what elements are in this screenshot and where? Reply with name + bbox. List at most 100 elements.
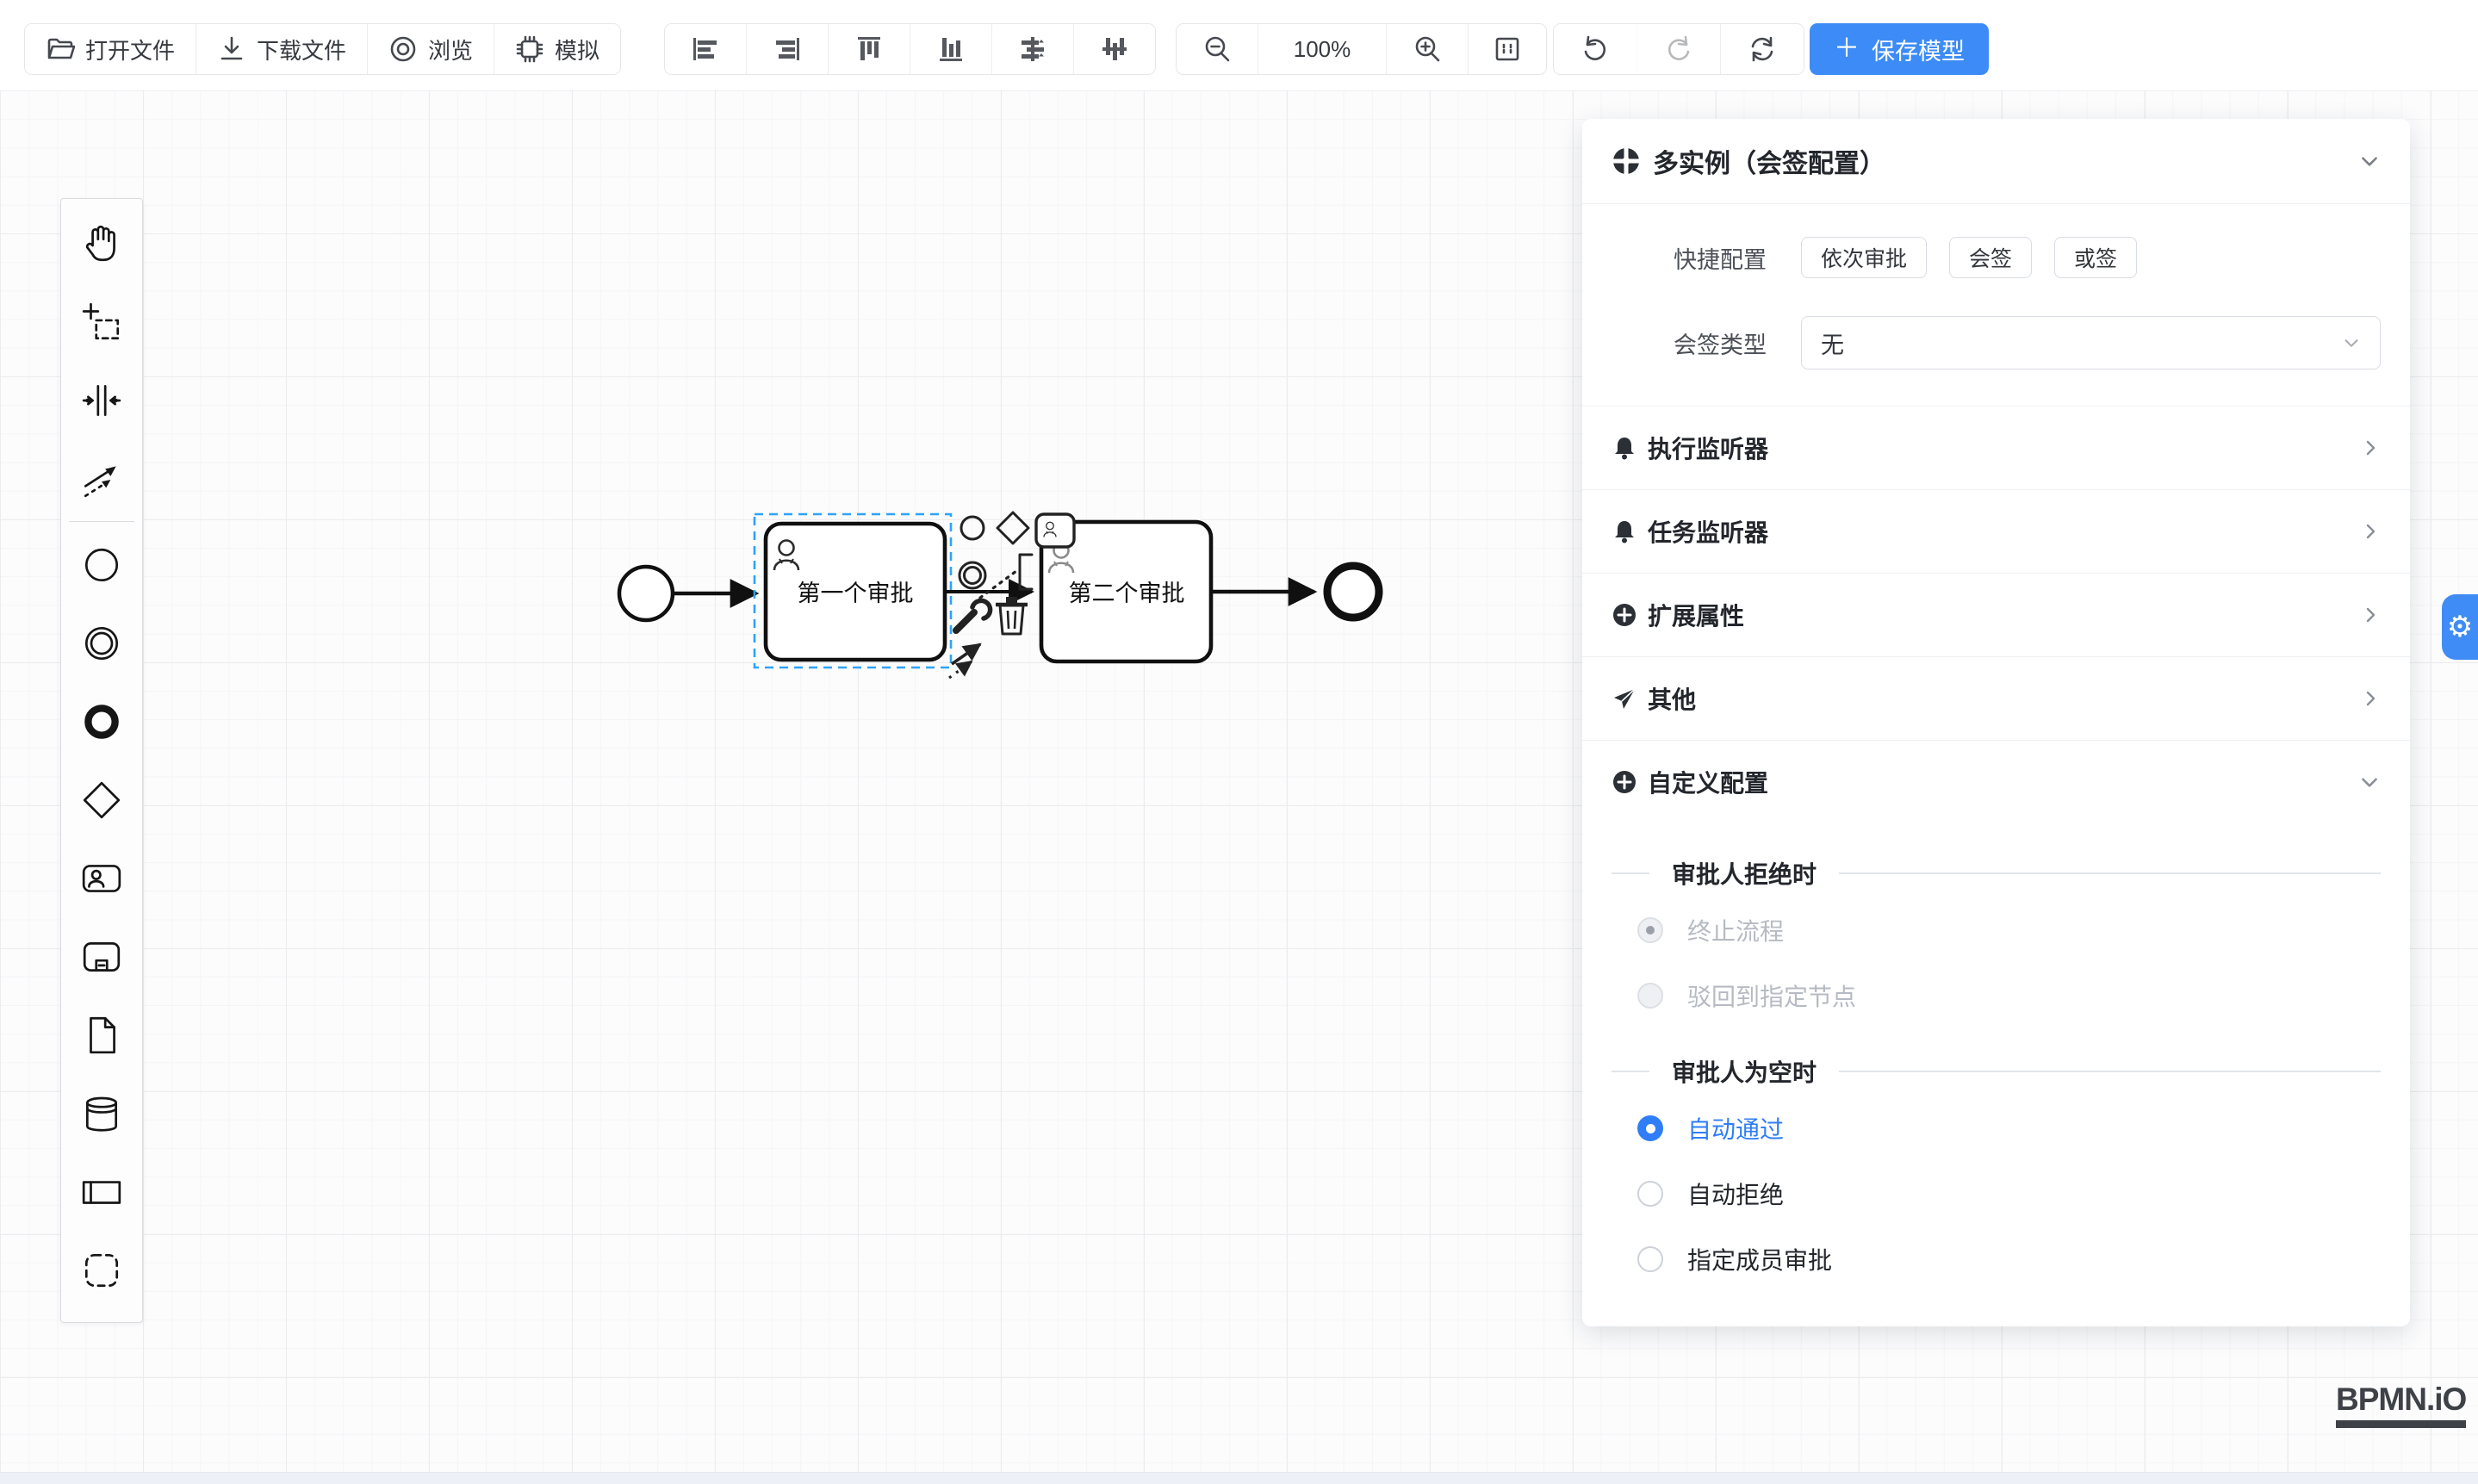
undo-icon <box>1579 33 1612 65</box>
create-start-event[interactable] <box>65 525 139 604</box>
task-label: 第一个审批 <box>798 581 914 606</box>
preview-button[interactable]: 浏览 <box>367 24 494 74</box>
quick-countersign-button[interactable]: 会签 <box>1949 237 2032 278</box>
distribute-horizontal-button[interactable] <box>991 24 1073 74</box>
create-gateway[interactable] <box>65 761 139 839</box>
reset-button[interactable] <box>1720 24 1804 74</box>
section-extended-properties[interactable]: 扩展属性 <box>1582 573 2410 656</box>
empty-title: 审批人为空时 <box>1672 1054 1817 1089</box>
quick-orsign-button[interactable]: 或签 <box>2054 237 2137 278</box>
settings-tab[interactable]: ⚙ <box>2442 594 2478 660</box>
preview-label: 浏览 <box>428 34 473 65</box>
fit-viewport-icon <box>1492 34 1523 65</box>
lasso-tool[interactable] <box>65 283 139 361</box>
redo-button[interactable] <box>1636 24 1720 74</box>
start-event[interactable] <box>619 567 673 620</box>
redo-icon <box>1662 33 1695 65</box>
data-store-icon <box>80 1092 123 1135</box>
create-subprocess[interactable] <box>65 917 139 996</box>
create-data-store[interactable] <box>65 1074 139 1152</box>
create-end-event[interactable] <box>65 682 139 761</box>
lasso-icon <box>80 301 123 344</box>
download-icon <box>217 34 246 64</box>
radio-disabled-icon <box>1637 983 1663 1009</box>
zoom-button-group: 100% <box>1176 23 1547 75</box>
radio-unselected-icon <box>1637 1246 1663 1272</box>
radio-label: 自动通过 <box>1687 1111 1784 1146</box>
download-file-button[interactable]: 下载文件 <box>196 24 367 74</box>
reject-title: 审批人拒绝时 <box>1672 856 1817 891</box>
multi-instance-icon <box>1612 146 1641 176</box>
append-end-event-icon[interactable] <box>961 517 984 539</box>
participant-icon <box>80 1170 123 1214</box>
palette <box>60 198 143 1323</box>
radio-auto-pass[interactable]: 自动通过 <box>1612 1096 2381 1161</box>
simulate-label: 模拟 <box>555 34 599 65</box>
trash-icon[interactable] <box>996 597 1028 634</box>
simulate-button[interactable]: 模拟 <box>494 24 620 74</box>
distribute-vertical-button[interactable] <box>1073 24 1155 74</box>
create-group[interactable] <box>65 1231 139 1309</box>
open-file-button[interactable]: 打开文件 <box>25 24 196 74</box>
global-connect-tool[interactable] <box>65 439 139 518</box>
append-gateway-icon[interactable] <box>997 512 1028 543</box>
sign-type-select[interactable]: 无 <box>1801 316 2381 369</box>
undo-button[interactable] <box>1554 24 1636 74</box>
save-model-button[interactable]: ＋ 保存模型 <box>1810 23 1989 75</box>
quick-sequential-button[interactable]: 依次审批 <box>1801 237 1927 278</box>
align-bottom-button[interactable] <box>910 24 991 74</box>
user-task-1[interactable]: 第一个审批 <box>766 524 945 660</box>
align-left-icon <box>689 33 722 65</box>
align-right-button[interactable] <box>746 24 828 74</box>
preview-icon <box>388 34 418 64</box>
folder-open-icon <box>46 34 75 64</box>
zoom-level-value: 100% <box>1281 36 1363 63</box>
radio-selected-icon <box>1637 1115 1663 1141</box>
section-task-listener[interactable]: 任务监听器 <box>1582 489 2410 573</box>
align-top-button[interactable] <box>828 24 910 74</box>
file-button-group: 打开文件 下载文件 浏览 模拟 <box>24 23 621 75</box>
section-execution-listener[interactable]: 执行监听器 <box>1582 406 2410 489</box>
space-tool[interactable] <box>65 361 139 439</box>
zoom-in-icon <box>1412 34 1443 65</box>
zoom-level: 100% <box>1258 24 1386 74</box>
zoom-out-button[interactable] <box>1177 24 1258 74</box>
section-other[interactable]: 其他 <box>1582 656 2410 740</box>
radio-terminate-process[interactable]: 终止流程 <box>1612 897 2381 963</box>
reject-divider: 审批人拒绝时 <box>1612 849 2381 897</box>
space-tool-icon <box>80 379 123 422</box>
paper-plane-icon <box>1612 686 1637 711</box>
panel-title: 多实例（会签配置） <box>1653 142 2358 180</box>
fit-viewport-button[interactable] <box>1468 24 1546 74</box>
create-data-object[interactable] <box>65 996 139 1074</box>
plus-circle-icon <box>1612 769 1637 795</box>
create-participant[interactable] <box>65 1152 139 1231</box>
radio-auto-reject[interactable]: 自动拒绝 <box>1612 1161 2381 1226</box>
align-right-icon <box>771 33 804 65</box>
subprocess-icon <box>80 935 123 978</box>
empty-divider: 审批人为空时 <box>1612 1047 2381 1096</box>
horizontal-scrollbar[interactable] <box>0 1472 2478 1484</box>
radio-label: 终止流程 <box>1687 913 1784 947</box>
user-task-icon <box>80 857 123 900</box>
end-event[interactable] <box>1327 566 1379 618</box>
radio-label: 指定成员审批 <box>1687 1242 1832 1276</box>
hand-tool[interactable] <box>65 204 139 283</box>
open-file-label: 打开文件 <box>85 34 175 65</box>
connect-tool-icon[interactable] <box>949 644 980 678</box>
zoom-in-button[interactable] <box>1386 24 1468 74</box>
create-user-task[interactable] <box>65 839 139 917</box>
distribute-vertical-icon <box>1098 33 1131 65</box>
palette-separator <box>69 521 134 522</box>
intermediate-event-icon <box>80 622 123 665</box>
radio-label: 自动拒绝 <box>1687 1177 1784 1211</box>
create-intermediate-event[interactable] <box>65 604 139 682</box>
wrench-icon[interactable] <box>956 600 991 630</box>
align-left-button[interactable] <box>665 24 746 74</box>
history-button-group <box>1553 23 1804 75</box>
radio-assign-member[interactable]: 指定成员审批 <box>1612 1226 2381 1292</box>
panel-header[interactable]: 多实例（会签配置） <box>1612 119 2381 203</box>
append-user-task-icon[interactable] <box>1036 514 1074 547</box>
section-custom-config[interactable]: 自定义配置 <box>1582 740 2410 823</box>
radio-return-to-node[interactable]: 驳回到指定节点 <box>1612 963 2381 1028</box>
